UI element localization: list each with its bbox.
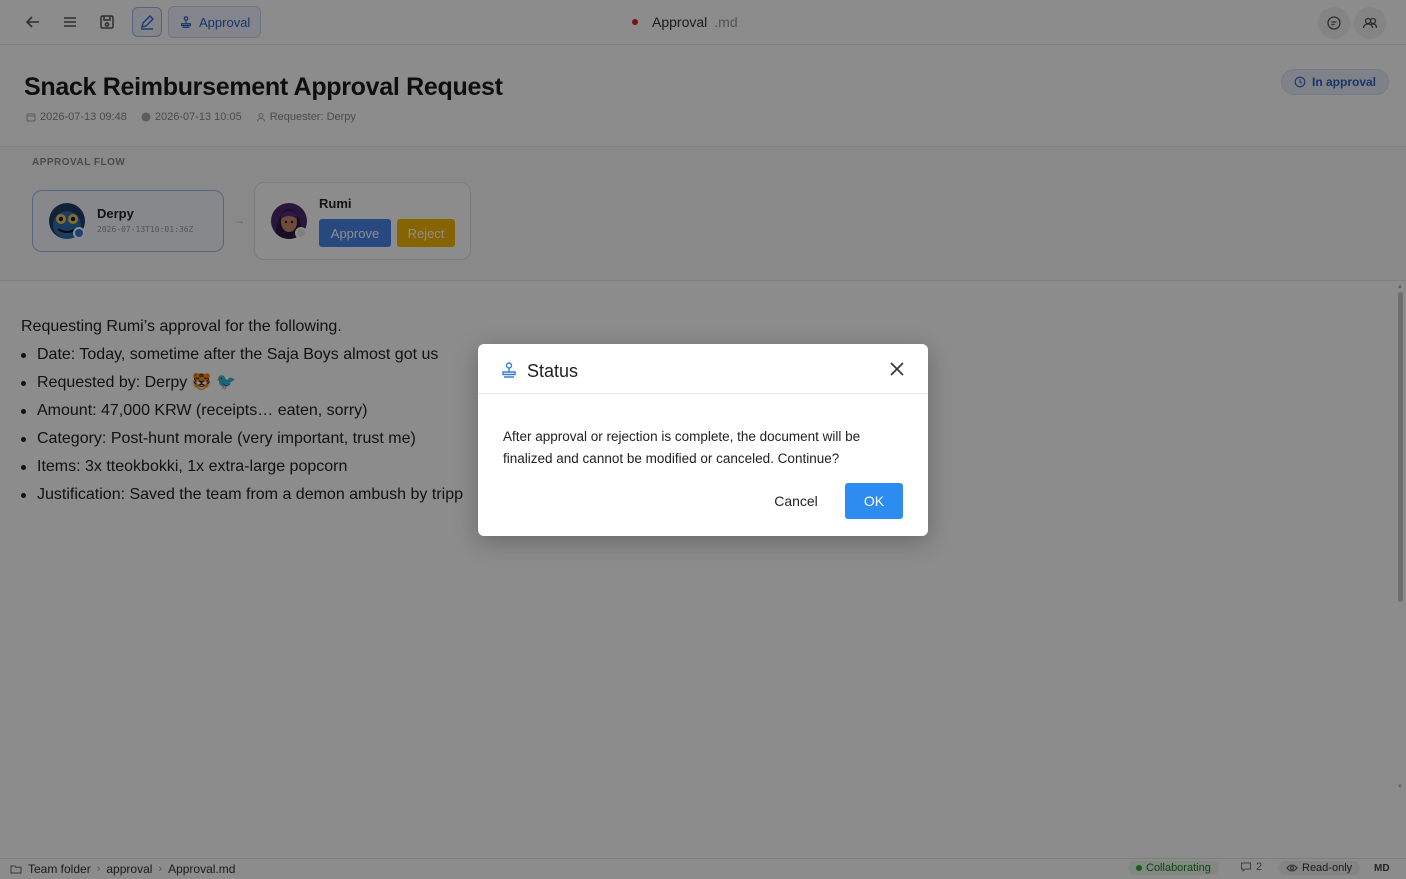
dialog-message: After approval or rejection is complete,… — [503, 429, 861, 466]
close-icon[interactable] — [886, 358, 908, 380]
dialog-title: Status — [527, 361, 579, 381]
dialog-header: Status — [478, 344, 928, 394]
status-dialog: Status After approval or rejection is co… — [478, 344, 928, 536]
stamp-icon — [502, 362, 516, 378]
cancel-button[interactable]: Cancel — [768, 483, 824, 519]
ok-button[interactable]: OK — [845, 483, 903, 519]
